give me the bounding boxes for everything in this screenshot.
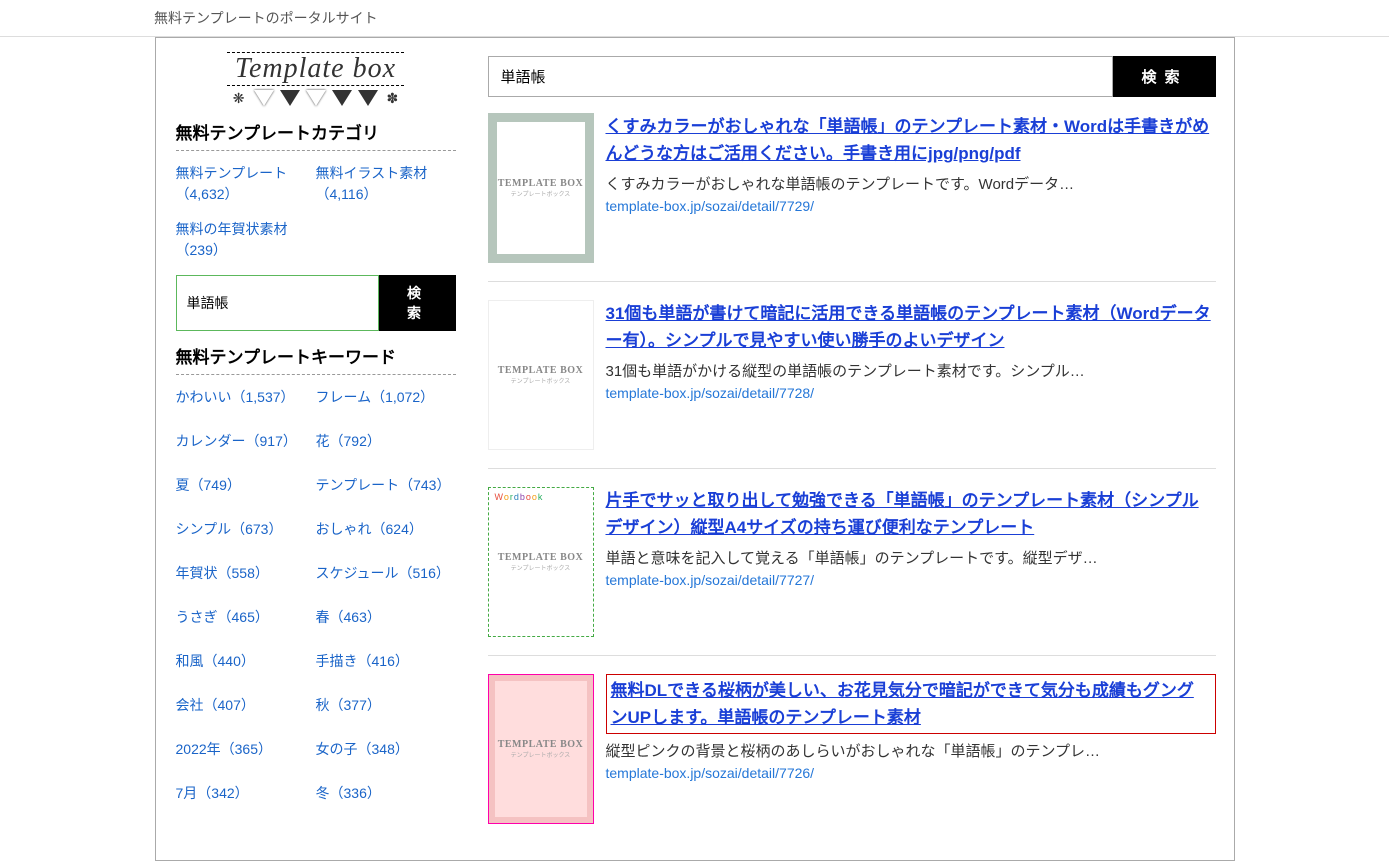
- result-snippet: 31個も単語がかける縦型の単語帳のテンプレート素材です。シンプル…: [606, 360, 1216, 381]
- thumb-label: TEMPLATE BOX: [498, 178, 584, 189]
- category-list: 無料テンプレート（4,632） 無料イラスト素材（4,116） 無料の年賀状素材…: [176, 163, 456, 275]
- search-result: TEMPLATE BOX テンプレートボックス 無料DLできる桜柄が美しい、お花…: [488, 674, 1216, 842]
- keyword-link[interactable]: 花（792）: [316, 431, 456, 451]
- keyword-link[interactable]: 7月（342）: [176, 783, 316, 803]
- thumb-sub: テンプレートボックス: [511, 376, 571, 385]
- result-title-link[interactable]: 片手でサッと取り出して勉強できる「単語帳」のテンプレート素材（シンプルデザイン）…: [606, 487, 1216, 541]
- result-title-link[interactable]: 31個も単語が書けて暗記に活用できる単語帳のテンプレート素材（Wordデーター有…: [606, 300, 1216, 354]
- thumb-label: TEMPLATE BOX: [498, 739, 584, 750]
- bunting-decoration: ❋ ✽: [176, 90, 456, 107]
- logo[interactable]: Template box ❋ ✽: [176, 52, 456, 107]
- result-thumbnail[interactable]: Wordbook TEMPLATE BOX テンプレートボックス: [488, 487, 594, 637]
- thumb-label: TEMPLATE BOX: [498, 552, 584, 563]
- search-result: TEMPLATE BOX テンプレートボックス くすみカラーがおしゃれな「単語帳…: [488, 113, 1216, 282]
- result-title-link[interactable]: 無料DLできる桜柄が美しい、お花見気分で暗記ができて気分も成績もグングンUPしま…: [606, 674, 1216, 734]
- page-container: Template box ❋ ✽ 無料テンプレートカテゴリ 無料テンプレート（4…: [155, 37, 1235, 861]
- result-body: くすみカラーがおしゃれな「単語帳」のテンプレート素材・Wordは手書きがめんどう…: [606, 113, 1216, 263]
- keyword-link[interactable]: 春（463）: [316, 607, 456, 627]
- sidebar: Template box ❋ ✽ 無料テンプレートカテゴリ 無料テンプレート（4…: [156, 38, 476, 860]
- main-search-input[interactable]: [488, 56, 1114, 97]
- sidebar-search-button[interactable]: 検索: [379, 275, 456, 331]
- thumb-sub: テンプレートボックス: [511, 750, 571, 759]
- main-content: 検索 TEMPLATE BOX テンプレートボックス くすみカラーがおしゃれな「…: [476, 38, 1234, 860]
- keyword-link[interactable]: カレンダー（917）: [176, 431, 316, 451]
- keyword-link[interactable]: 年賀状（558）: [176, 563, 316, 583]
- top-bar: 無料テンプレートのポータルサイト: [0, 0, 1389, 37]
- category-link[interactable]: 無料イラスト素材（4,116）: [316, 163, 456, 205]
- category-link[interactable]: 無料テンプレート（4,632）: [176, 163, 316, 205]
- result-thumbnail[interactable]: TEMPLATE BOX テンプレートボックス: [488, 674, 594, 824]
- keyword-link[interactable]: 夏（749）: [176, 475, 316, 495]
- keyword-link[interactable]: かわいい（1,537）: [176, 387, 316, 407]
- deco-icon: ✽: [387, 90, 399, 107]
- logo-text: Template box: [227, 52, 404, 86]
- result-snippet: 縦型ピンクの背景と桜柄のあしらいがおしゃれな「単語帳」のテンプレ…: [606, 740, 1216, 761]
- keyword-link[interactable]: テンプレート（743）: [316, 475, 456, 495]
- result-thumbnail[interactable]: TEMPLATE BOX テンプレートボックス: [488, 113, 594, 263]
- deco-icon: ❋: [233, 90, 245, 107]
- keyword-list: かわいい（1,537） フレーム（1,072） カレンダー（917） 花（792…: [176, 387, 456, 827]
- thumb-label: TEMPLATE BOX: [498, 365, 584, 376]
- keyword-link[interactable]: 冬（336）: [316, 783, 456, 803]
- keyword-link[interactable]: フレーム（1,072）: [316, 387, 456, 407]
- category-link[interactable]: 無料の年賀状素材（239）: [176, 219, 316, 261]
- result-title-link[interactable]: くすみカラーがおしゃれな「単語帳」のテンプレート素材・Wordは手書きがめんどう…: [606, 113, 1216, 167]
- wordbook-icon: Wordbook: [495, 492, 544, 502]
- main-search: 検索: [488, 56, 1216, 97]
- result-url[interactable]: template-box.jp/sozai/detail/7729/: [606, 198, 1216, 214]
- result-body: 片手でサッと取り出して勉強できる「単語帳」のテンプレート素材（シンプルデザイン）…: [606, 487, 1216, 637]
- sidebar-search: 検索: [176, 275, 456, 331]
- result-snippet: くすみカラーがおしゃれな単語帳のテンプレートです。Wordデータ…: [606, 173, 1216, 194]
- result-snippet: 単語と意味を記入して覚える「単語帳」のテンプレートです。縦型デザ…: [606, 547, 1216, 568]
- tagline: 無料テンプレートのポータルサイト: [154, 10, 378, 26]
- category-heading: 無料テンプレートカテゴリ: [176, 119, 456, 151]
- result-url[interactable]: template-box.jp/sozai/detail/7726/: [606, 765, 1216, 781]
- keyword-link[interactable]: スケジュール（516）: [316, 563, 456, 583]
- keyword-link[interactable]: うさぎ（465）: [176, 607, 316, 627]
- thumb-sub: テンプレートボックス: [511, 563, 571, 572]
- sidebar-search-input[interactable]: [176, 275, 379, 331]
- keyword-link[interactable]: 2022年（365）: [176, 739, 316, 759]
- thumb-sub: テンプレートボックス: [511, 189, 571, 198]
- keyword-heading: 無料テンプレートキーワード: [176, 343, 456, 375]
- result-url[interactable]: template-box.jp/sozai/detail/7728/: [606, 385, 1216, 401]
- keyword-link[interactable]: おしゃれ（624）: [316, 519, 456, 539]
- keyword-link[interactable]: 会社（407）: [176, 695, 316, 715]
- result-url[interactable]: template-box.jp/sozai/detail/7727/: [606, 572, 1216, 588]
- keyword-link[interactable]: シンプル（673）: [176, 519, 316, 539]
- main-search-button[interactable]: 検索: [1113, 56, 1215, 97]
- keyword-link[interactable]: 女の子（348）: [316, 739, 456, 759]
- result-body: 無料DLできる桜柄が美しい、お花見気分で暗記ができて気分も成績もグングンUPしま…: [606, 674, 1216, 824]
- search-result: Wordbook TEMPLATE BOX テンプレートボックス 片手でサッと取…: [488, 487, 1216, 656]
- result-body: 31個も単語が書けて暗記に活用できる単語帳のテンプレート素材（Wordデーター有…: [606, 300, 1216, 450]
- keyword-link[interactable]: 和風（440）: [176, 651, 316, 671]
- search-result: TEMPLATE BOX テンプレートボックス 31個も単語が書けて暗記に活用で…: [488, 300, 1216, 469]
- keyword-link[interactable]: 秋（377）: [316, 695, 456, 715]
- result-thumbnail[interactable]: TEMPLATE BOX テンプレートボックス: [488, 300, 594, 450]
- keyword-link[interactable]: 手描き（416）: [316, 651, 456, 671]
